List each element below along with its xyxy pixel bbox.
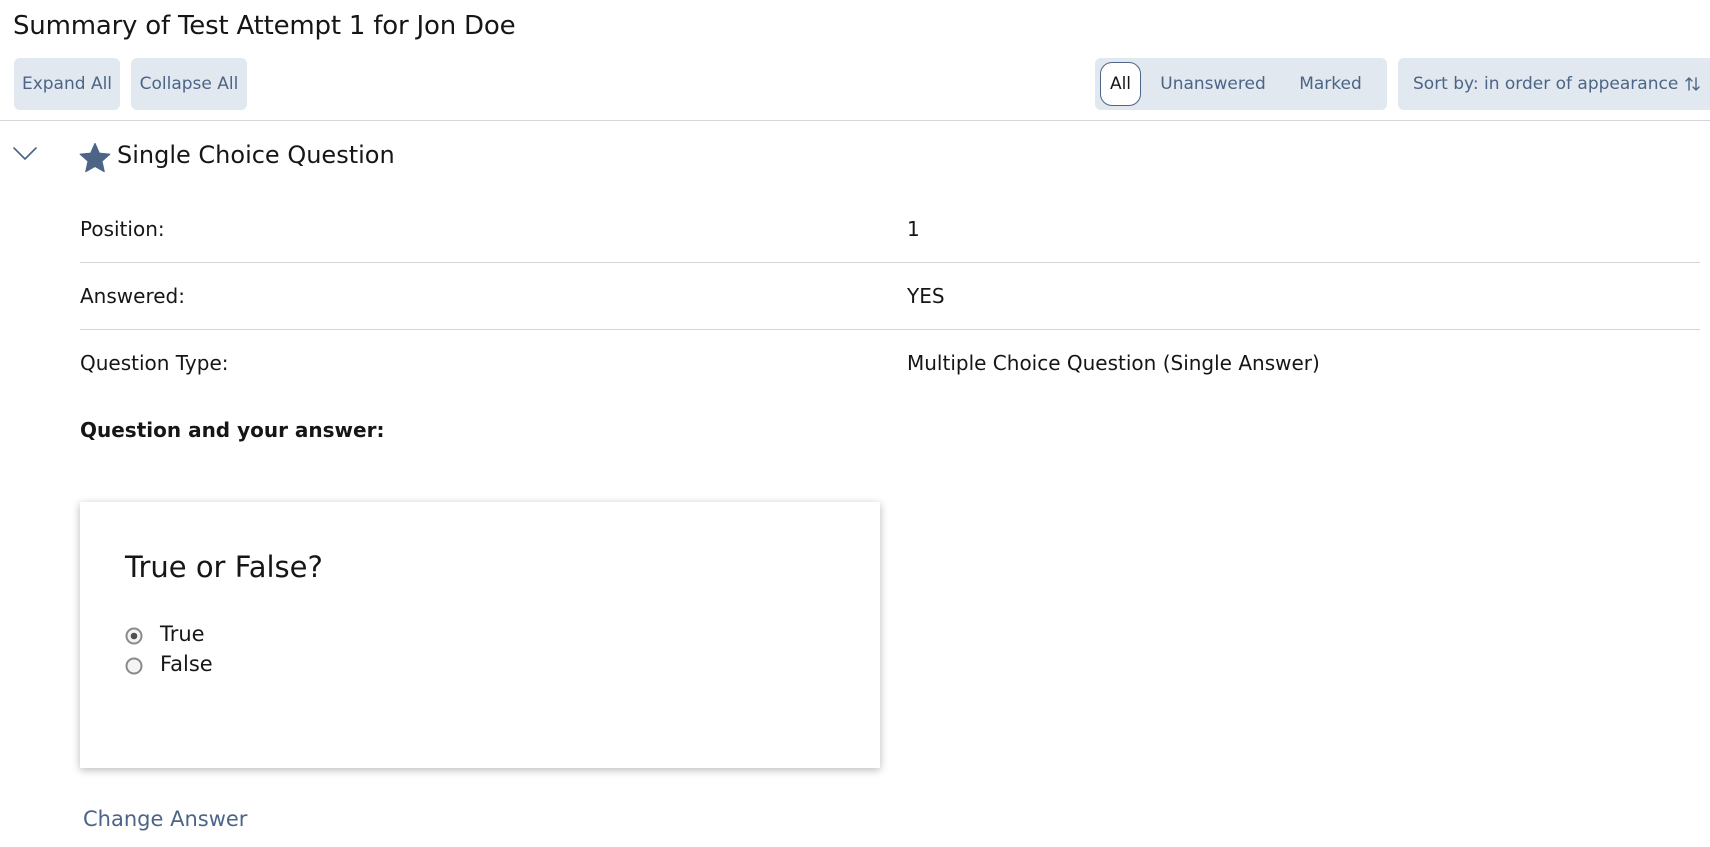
- question-card: True or False? True False: [80, 502, 880, 768]
- detail-label: Answered:: [80, 284, 185, 308]
- question-heading: Single Choice Question: [117, 141, 395, 169]
- sort-label: Sort by: in order of appearance: [1413, 74, 1679, 94]
- expand-all-button[interactable]: Expand All: [14, 58, 120, 110]
- detail-row-position: Position: 1: [80, 196, 1700, 263]
- option-label: True: [160, 622, 205, 646]
- toolbar: Expand All Collapse All All Unanswered M…: [14, 58, 1710, 110]
- detail-value: YES: [907, 284, 945, 308]
- filter-marked[interactable]: Marked: [1284, 62, 1377, 106]
- detail-row-question-type: Question Type: Multiple Choice Question …: [80, 330, 1700, 397]
- filter-group: All Unanswered Marked: [1095, 58, 1387, 110]
- filter-all[interactable]: All: [1100, 62, 1141, 106]
- sort-arrows-icon: [1685, 77, 1700, 91]
- chevron-down-icon[interactable]: [12, 144, 38, 164]
- radio-unchecked-icon[interactable]: [125, 657, 143, 675]
- detail-value: 1: [907, 217, 920, 241]
- answer-heading: Question and your answer:: [80, 418, 385, 442]
- collapse-all-button[interactable]: Collapse All: [131, 58, 247, 110]
- option-label: False: [160, 652, 213, 676]
- detail-label: Position:: [80, 217, 165, 241]
- page-title: Summary of Test Attempt 1 for Jon Doe: [13, 11, 516, 41]
- detail-value: Multiple Choice Question (Single Answer): [907, 351, 1320, 375]
- star-icon: [79, 142, 111, 173]
- question-details: Position: 1 Answered: YES Question Type:…: [80, 196, 1700, 397]
- card-question-text: True or False?: [125, 550, 323, 584]
- sort-button[interactable]: Sort by: in order of appearance: [1398, 58, 1710, 110]
- detail-row-answered: Answered: YES: [80, 263, 1700, 330]
- radio-checked-icon[interactable]: [125, 627, 143, 645]
- header-divider: [0, 120, 1710, 121]
- change-answer-link[interactable]: Change Answer: [83, 804, 247, 834]
- filter-unanswered[interactable]: Unanswered: [1154, 62, 1272, 106]
- detail-label: Question Type:: [80, 351, 229, 375]
